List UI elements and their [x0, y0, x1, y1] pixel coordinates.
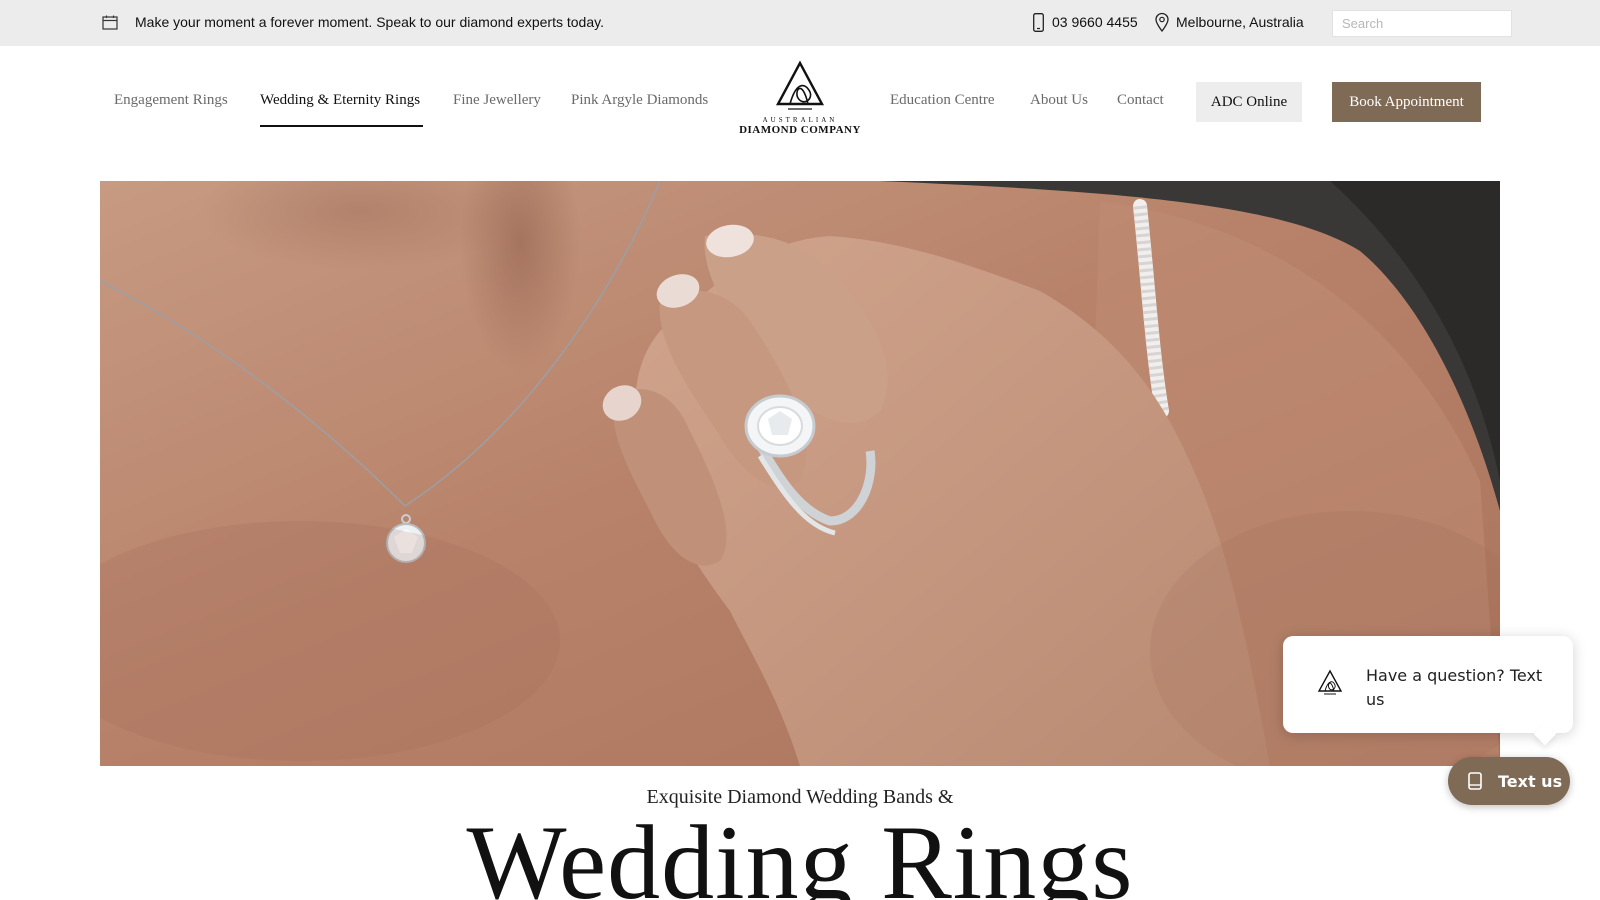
- phone-icon: [1033, 13, 1044, 32]
- logo-text-line2: DIAMOND COMPANY: [739, 124, 861, 136]
- chat-bubble-tail: [1533, 722, 1557, 746]
- mobile-phone-icon: [1468, 772, 1482, 790]
- brand-logo[interactable]: AUSTRALIAN DIAMOND COMPANY: [738, 60, 862, 150]
- book-appointment-button[interactable]: Book Appointment: [1332, 82, 1481, 122]
- chat-prompt-text: Have a question? Text us: [1366, 666, 1543, 709]
- nav-wedding-eternity-rings[interactable]: Wedding & Eternity Rings: [260, 92, 420, 109]
- nav-education-centre[interactable]: Education Centre: [890, 92, 995, 109]
- location-link[interactable]: Melbourne, Australia: [1176, 14, 1304, 30]
- logo-mark-icon: [775, 60, 825, 110]
- text-us-label: Text us: [1498, 771, 1563, 791]
- nav-engagement-rings[interactable]: Engagement Rings: [114, 92, 228, 109]
- nav-fine-jewellery[interactable]: Fine Jewellery: [453, 92, 541, 109]
- search-input[interactable]: [1332, 10, 1512, 37]
- map-pin-icon: [1155, 12, 1169, 32]
- active-nav-underline: [260, 125, 423, 127]
- calendar-icon: [102, 15, 118, 30]
- adc-online-button[interactable]: ADC Online: [1196, 82, 1302, 122]
- nav-pink-argyle-diamonds[interactable]: Pink Argyle Diamonds: [571, 92, 708, 109]
- text-us-button[interactable]: Text us: [1448, 757, 1570, 805]
- chat-prompt-bubble[interactable]: Have a question? Text us: [1283, 636, 1573, 746]
- nav-contact[interactable]: Contact: [1117, 92, 1164, 109]
- logo-text-line1: AUSTRALIAN: [762, 116, 838, 124]
- promo-text: Make your moment a forever moment. Speak…: [135, 14, 604, 30]
- brand-logo-icon: [1317, 669, 1343, 695]
- phone-number-link[interactable]: 03 9660 4455: [1052, 14, 1138, 30]
- nav-about-us[interactable]: About Us: [1030, 92, 1088, 109]
- hero-heading: Wedding Rings: [466, 804, 1134, 900]
- top-bar: Make your moment a forever moment. Speak…: [0, 0, 1600, 46]
